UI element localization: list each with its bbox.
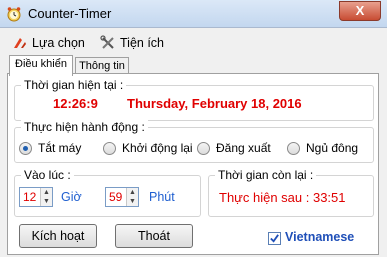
hour-stepper-arrows[interactable]: ▲ ▼: [40, 188, 52, 206]
radio-shutdown-dot: [19, 141, 32, 155]
menu-item-options[interactable]: Lựa chọn: [12, 34, 85, 52]
radio-logoff-dot: [197, 141, 210, 155]
radio-shutdown-label: Tắt máy: [38, 141, 82, 155]
tools-icon: [100, 35, 114, 49]
radio-hibernate[interactable]: Ngủ đông: [287, 141, 358, 155]
check-icon: [270, 234, 279, 243]
hour-unit: Giờ: [61, 190, 82, 204]
remaining-legend: Thời gian còn lại :: [215, 168, 317, 182]
minute-stepper[interactable]: 59 ▲ ▼: [105, 187, 139, 207]
current-time-group: Thời gian hiện tại : 12:26:9 Thursday, F…: [14, 78, 374, 121]
language-label[interactable]: Vietnamese: [285, 230, 354, 244]
options-icon: [14, 38, 26, 48]
clock-icon: [7, 7, 21, 22]
radio-restart-dot: [103, 141, 116, 155]
menu-item-tools[interactable]: Tiện ích: [100, 34, 164, 52]
remaining-time-text: Thực hiện sau : 33:51: [219, 190, 346, 205]
language-checkbox[interactable]: [268, 232, 281, 245]
action-legend: Thực hiện hành động :: [21, 120, 148, 134]
current-date-value: Thursday, February 18, 2016: [127, 96, 302, 111]
radio-hibernate-label: Ngủ đông: [306, 141, 359, 155]
radio-restart[interactable]: Khởi động lại: [103, 141, 193, 155]
close-button[interactable]: X: [339, 1, 381, 21]
schedule-group: Vào lúc : 12 ▲ ▼ Giờ 59 ▲ ▼ Phút: [14, 168, 201, 217]
app-window: Counter-Timer X Lựa chọn Tiện ích Điều k…: [0, 0, 387, 257]
radio-restart-label: Khởi động lại: [122, 141, 193, 155]
close-icon: X: [355, 3, 365, 18]
tab-info-label: Thông tin: [79, 60, 125, 72]
activate-button[interactable]: Kích hoạt: [19, 224, 97, 248]
menu-bar: Lựa chọn Tiện ích: [0, 29, 387, 55]
minute-unit: Phút: [149, 190, 175, 204]
minute-stepper-arrows[interactable]: ▲ ▼: [126, 188, 138, 206]
hour-value: 12: [23, 190, 37, 204]
tab-control-label: Điều khiển: [15, 58, 67, 70]
exit-button[interactable]: Thoát: [115, 224, 193, 248]
menu-item-tools-label: Tiện ích: [120, 36, 165, 50]
hour-stepper[interactable]: 12 ▲ ▼: [19, 187, 53, 207]
menu-item-options-label: Lựa chọn: [32, 36, 85, 50]
current-time-value: 12:26:9: [53, 96, 98, 111]
schedule-legend: Vào lúc :: [21, 168, 74, 182]
radio-logoff[interactable]: Đăng xuất: [197, 141, 271, 155]
radio-logoff-label: Đăng xuất: [216, 141, 271, 155]
remaining-group: Thời gian còn lại : Thực hiện sau : 33:5…: [208, 168, 374, 217]
current-time-legend: Thời gian hiện tại :: [21, 78, 127, 92]
action-group: Thực hiện hành động : Tắt máy Khởi động …: [14, 120, 374, 163]
minute-value: 59: [109, 190, 123, 204]
window-title: Counter-Timer: [28, 6, 112, 21]
radio-hibernate-dot: [287, 141, 300, 155]
title-bar[interactable]: Counter-Timer X: [0, 0, 387, 28]
tab-control[interactable]: Điều khiển: [9, 55, 73, 76]
radio-shutdown[interactable]: Tắt máy: [19, 141, 81, 155]
